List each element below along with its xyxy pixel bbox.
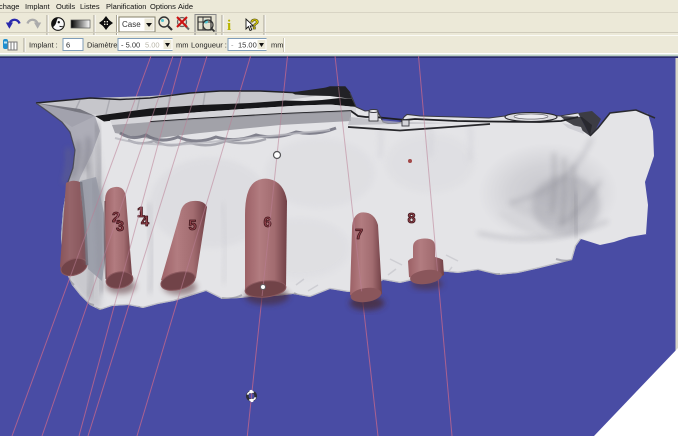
svg-text:- 5.00: - 5.00: [121, 41, 140, 50]
svg-text:15.00: 15.00: [238, 41, 257, 50]
svg-text:Longueur :: Longueur :: [191, 41, 227, 50]
svg-text:5.00: 5.00: [145, 41, 160, 50]
svg-text:5: 5: [189, 218, 197, 234]
svg-text:Case: Case: [122, 20, 141, 29]
svg-text:6: 6: [66, 41, 70, 50]
svg-text:Diamètre :: Diamètre :: [87, 41, 122, 50]
svg-text:?: ?: [250, 16, 259, 33]
svg-text:Implant :: Implant :: [29, 41, 58, 50]
svg-text:mm: mm: [176, 41, 189, 50]
svg-text:mm: mm: [271, 41, 284, 50]
svg-text:8: 8: [408, 211, 416, 227]
svg-text:3: 3: [116, 219, 124, 235]
svg-text:4: 4: [141, 214, 149, 230]
